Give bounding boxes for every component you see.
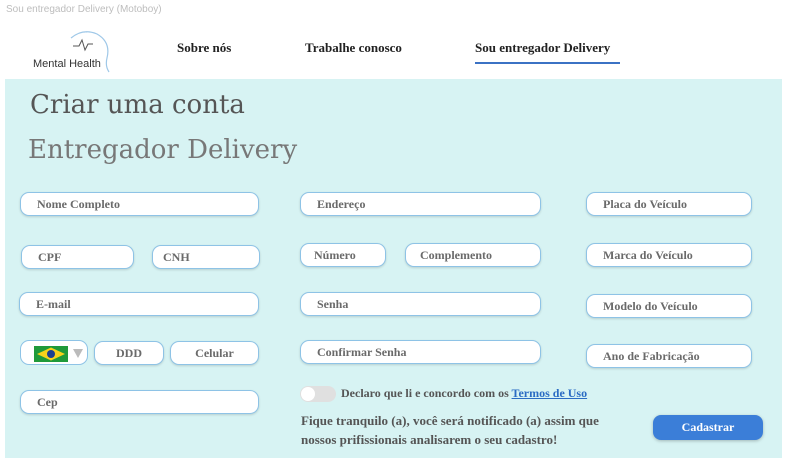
senha-input[interactable]: Senha — [300, 292, 541, 316]
complemento-input[interactable]: Complemento — [405, 243, 541, 267]
notice-line-1: Fique tranquilo (a), você será notificad… — [301, 413, 599, 428]
page-subtitle: Entregador Delivery — [28, 135, 298, 165]
terms-text: Declaro que li e concordo com os — [341, 386, 509, 400]
notice-text: Fique tranquilo (a), você será notificad… — [301, 411, 651, 449]
cep-input[interactable]: Cep — [20, 390, 259, 414]
page-caption: Sou entregador Delivery (Motoboy) — [6, 4, 162, 15]
svg-text:· · · · ·: · · · · · — [81, 30, 92, 35]
nome-completo-input[interactable]: Nome Completo — [20, 192, 259, 216]
nav-trabalhe-conosco[interactable]: Trabalhe conosco — [305, 40, 402, 56]
page-title: Criar uma conta — [30, 90, 245, 120]
logo-text: Mental Health — [33, 58, 101, 70]
numero-input[interactable]: Número — [300, 243, 386, 267]
terms-statement: Declaro que li e concordo com os Termos … — [341, 386, 587, 401]
modelo-veiculo-input[interactable]: Modelo do Veículo — [586, 294, 752, 318]
cpf-input[interactable]: CPF — [21, 245, 134, 269]
top-navbar: · · · · · Mental Health Sobre nós Trabal… — [5, 20, 782, 78]
marca-veiculo-input[interactable]: Marca do Veículo — [586, 243, 752, 267]
ddd-input[interactable]: DDD — [94, 341, 164, 365]
ano-fabricacao-input[interactable]: Ano de Fabricação — [586, 344, 752, 368]
celular-input[interactable]: Celular — [170, 341, 259, 365]
country-code-select[interactable] — [20, 340, 88, 365]
email-input[interactable]: E-mail — [19, 292, 259, 316]
logo[interactable]: · · · · · Mental Health — [31, 28, 121, 74]
endereco-input[interactable]: Endereço — [300, 192, 541, 216]
active-nav-indicator — [475, 62, 620, 64]
chevron-down-icon — [73, 349, 83, 358]
confirmar-senha-input[interactable]: Confirmar Senha — [300, 340, 541, 364]
terms-toggle[interactable] — [300, 386, 336, 402]
cnh-input[interactable]: CNH — [152, 245, 260, 269]
brazil-flag-icon — [34, 346, 68, 362]
nav-sobre-nos[interactable]: Sobre nós — [177, 40, 231, 56]
notice-line-2: nossos prifissionais analisarem o seu ca… — [301, 432, 558, 447]
placa-veiculo-input[interactable]: Placa do Veículo — [586, 192, 752, 216]
cadastrar-button[interactable]: Cadastrar — [653, 415, 763, 440]
terms-link[interactable]: Termos de Uso — [512, 386, 588, 400]
toggle-knob — [301, 387, 315, 401]
nav-sou-entregador[interactable]: Sou entregador Delivery — [475, 40, 610, 56]
